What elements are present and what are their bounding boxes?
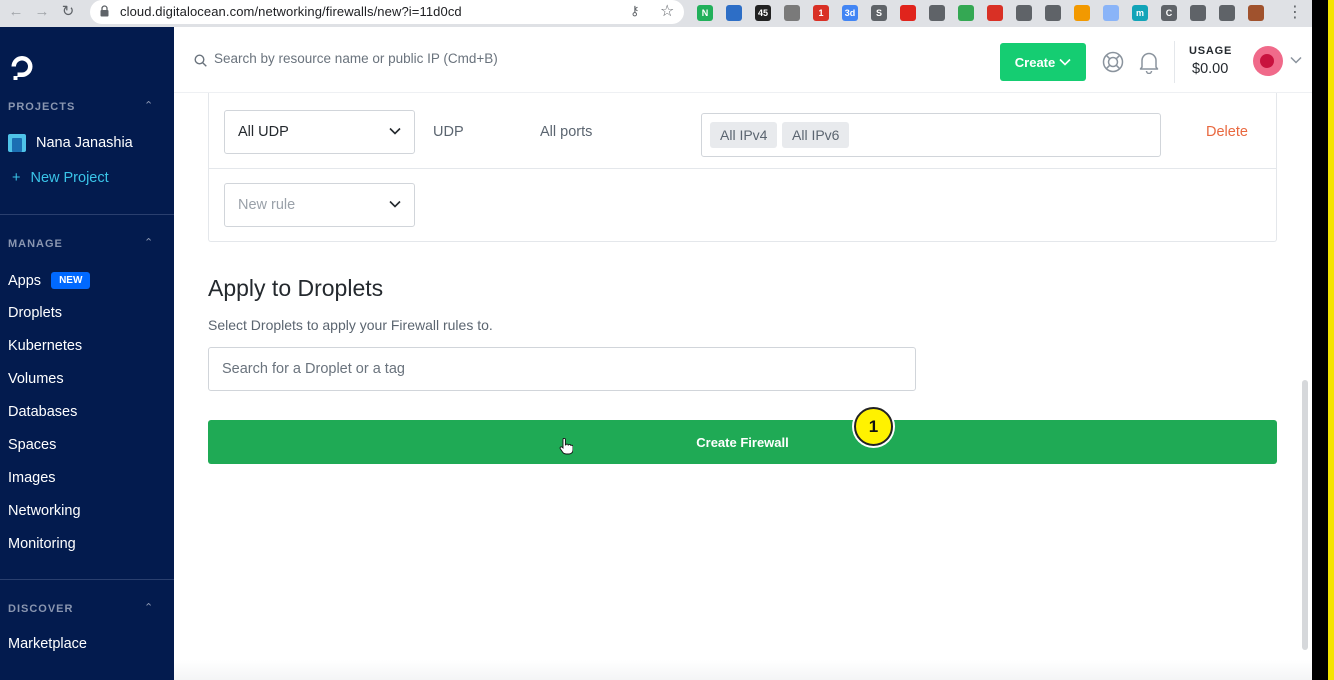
sidebar-item-databases[interactable]: Databases [8,404,77,420]
delete-rule-link[interactable]: Delete [1206,124,1248,140]
sidebar: PROJECTS ⌃ Nana Janashia + New Project MA… [0,27,174,680]
top-header: Create USAGE $0.00 [174,27,1312,93]
key-icon[interactable]: ⚷ [630,3,640,19]
rule-protocol: UDP [433,124,464,140]
browser-extension-icon[interactable] [784,5,800,21]
create-button[interactable]: Create [1000,43,1086,81]
discover-collapse-icon[interactable]: ⌃ [144,601,153,614]
sidebar-divider [0,579,174,580]
browser-menu-icon[interactable]: ⋮ [1287,2,1303,22]
hand-cursor-icon [559,438,573,455]
usage-value[interactable]: $0.00 [1192,61,1228,77]
manage-heading: MANAGE [8,238,63,250]
sidebar-item-kubernetes[interactable]: Kubernetes [8,338,82,354]
reload-icon[interactable]: ↻ [58,2,78,22]
browser-extension-icon[interactable] [1103,5,1119,21]
sidebar-item-networking[interactable]: Networking [8,503,81,519]
search-icon [194,54,207,67]
browser-extension-icon[interactable]: N [697,5,713,21]
rule-port-range: All ports [540,124,593,140]
browser-extension-icon[interactable] [929,5,945,21]
rule-sources-field[interactable]: All IPv4 All IPv6 [701,113,1161,157]
window-edge [1312,0,1334,680]
sidebar-item-marketplace[interactable]: Marketplace [8,636,87,652]
browser-extension-icon[interactable] [1219,5,1235,21]
avatar[interactable] [1253,46,1283,76]
new-badge: NEW [51,272,91,289]
browser-extension-icon[interactable] [1074,5,1090,21]
rule-type-value: All UDP [238,124,289,140]
new-project-label: New Project [30,170,109,186]
chevron-down-icon[interactable] [1290,56,1302,64]
droplet-search-input[interactable] [208,347,916,391]
sidebar-item-monitoring[interactable]: Monitoring [8,536,76,552]
apply-to-droplets-heading: Apply to Droplets [208,275,384,301]
manage-collapse-icon[interactable]: ⌃ [144,236,153,249]
create-button-label: Create [1014,54,1056,70]
projects-collapse-icon[interactable]: ⌃ [144,99,153,112]
project-icon [8,134,26,152]
url-text: cloud.digitalocean.com/networking/firewa… [120,4,462,19]
browser-extension-icon[interactable] [958,5,974,21]
project-name: Nana Janashia [36,135,133,151]
browser-extension-icon[interactable] [726,5,742,21]
new-rule-placeholder: New rule [238,197,296,213]
notifications-bell-icon[interactable] [1138,50,1160,74]
browser-extension-icon[interactable]: S [871,5,887,21]
browser-extension-icon[interactable] [1190,5,1206,21]
project-item[interactable]: Nana Janashia [8,134,133,152]
projects-heading: PROJECTS [8,101,76,113]
sidebar-item-volumes[interactable]: Volumes [8,371,64,387]
chevron-down-icon [1059,58,1071,66]
step-marker-badge: 1 [854,407,893,446]
browser-extension-icon[interactable] [900,5,916,21]
browser-extension-icon[interactable]: 1 [813,5,829,21]
header-divider [1174,41,1175,83]
sidebar-item-apps[interactable]: Apps NEW [8,272,91,289]
create-firewall-button[interactable]: Create Firewall [208,420,1277,464]
apply-to-droplets-description: Select Droplets to apply your Firewall r… [208,317,493,333]
browser-extension-icon[interactable] [987,5,1003,21]
row-divider [209,168,1276,169]
sidebar-item-images[interactable]: Images [8,470,56,486]
chevron-down-icon [389,127,401,135]
global-search-input[interactable] [214,51,634,66]
chevron-down-icon [389,200,401,208]
usage-label: USAGE [1189,45,1233,57]
sidebar-item-spaces[interactable]: Spaces [8,437,56,453]
back-arrow-icon[interactable]: ← [6,2,26,22]
address-bar[interactable]: cloud.digitalocean.com/networking/firewa… [90,0,684,24]
discover-heading: DISCOVER [8,603,74,615]
browser-extension-icon[interactable]: 45 [755,5,771,21]
rule-type-select[interactable]: All UDP [224,110,415,154]
new-project-link[interactable]: + New Project [12,170,109,186]
sidebar-item-label: Apps [8,273,42,289]
source-tag[interactable]: All IPv4 [710,122,778,148]
new-rule-select[interactable]: New rule [224,183,415,227]
browser-extension-icon[interactable] [1045,5,1061,21]
source-tag[interactable]: All IPv6 [782,122,850,148]
browser-extension-icon[interactable] [1248,5,1264,21]
browser-extension-icon[interactable]: 3d [842,5,858,21]
help-lifebuoy-icon[interactable] [1102,51,1124,73]
sidebar-divider [0,214,174,215]
digitalocean-logo-icon[interactable] [8,53,36,81]
browser-extension-icon[interactable]: m [1132,5,1148,21]
browser-extension-icon[interactable]: C [1161,5,1177,21]
browser-extension-icon[interactable] [1016,5,1032,21]
lock-icon [100,5,109,17]
forward-arrow-icon[interactable]: → [32,2,52,22]
bookmark-star-icon[interactable]: ☆ [660,1,674,21]
sidebar-item-droplets[interactable]: Droplets [8,305,62,321]
plus-icon: + [12,170,21,186]
page-bottom-fade [174,660,1312,680]
page-scrollbar[interactable] [1302,380,1308,650]
browser-toolbar: ← → ↻ cloud.digitalocean.com/networking/… [0,0,1312,27]
